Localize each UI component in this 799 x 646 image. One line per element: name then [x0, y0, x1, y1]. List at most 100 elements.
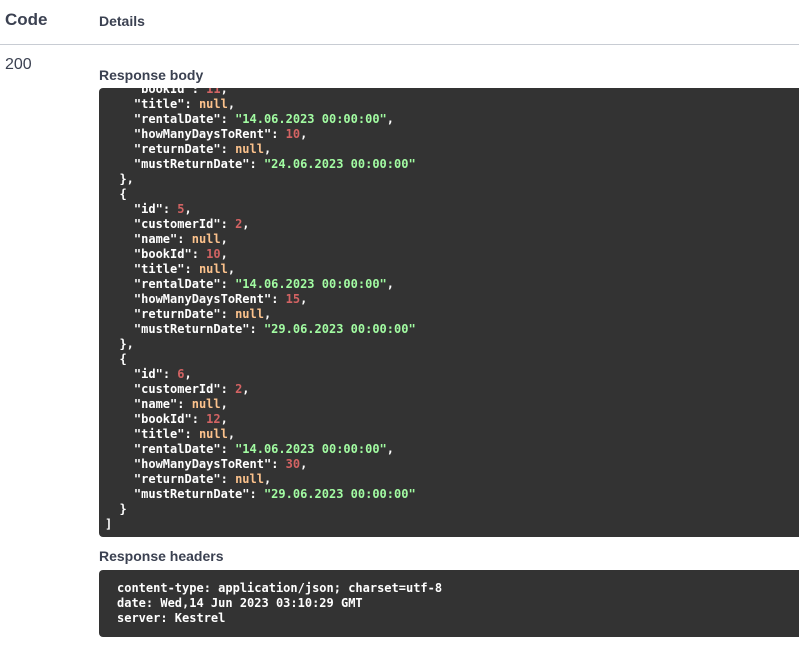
json-token: "howManyDaysToRent" — [133, 127, 272, 141]
json-token: , — [263, 142, 272, 156]
json-token: : — [184, 427, 199, 441]
json-line: "howManyDaysToRent": 30, — [105, 457, 416, 472]
json-line: "title": null, — [105, 427, 416, 442]
response-body-label: Response body — [99, 67, 204, 83]
json-token: : — [220, 217, 236, 231]
json-token: 12 — [206, 412, 221, 426]
json-line: "mustReturnDate": "29.06.2023 00:00:00" — [105, 487, 416, 502]
json-token: , — [227, 427, 236, 441]
json-line: "rentalDate": "14.06.2023 00:00:00", — [105, 112, 416, 127]
json-token: : — [271, 127, 286, 141]
json-line: "mustReturnDate": "29.06.2023 00:00:00" — [105, 322, 416, 337]
response-body-code-block[interactable]: "bookId": 11, "title": null, "rentalDate… — [99, 88, 799, 537]
json-token: 10 — [285, 127, 301, 141]
json-line: }, — [105, 337, 416, 352]
json-token: : — [220, 112, 236, 126]
json-line: "customerId": 2, — [105, 382, 416, 397]
json-token: "name" — [133, 232, 178, 246]
json-token: : — [184, 262, 199, 276]
json-token: , — [300, 457, 308, 471]
json-token: null — [191, 232, 221, 246]
json-token: "mustReturnDate" — [133, 322, 250, 336]
json-token: "returnDate" — [133, 307, 221, 321]
json-token: : — [220, 442, 236, 456]
json-token: : — [271, 292, 286, 306]
json-line: "rentalDate": "14.06.2023 00:00:00", — [105, 277, 416, 292]
json-token: "29.06.2023 00:00:00" — [263, 487, 416, 501]
json-token: null — [198, 262, 228, 276]
json-token: "id" — [133, 202, 163, 216]
json-token: "customerId" — [133, 217, 221, 231]
json-token: { — [105, 352, 127, 366]
json-token: : — [191, 412, 207, 426]
json-line: "title": null, — [105, 97, 416, 112]
json-token: "rentalDate" — [133, 442, 221, 456]
json-token: "24.06.2023 00:00:00" — [263, 157, 416, 171]
json-token: "bookId" — [133, 247, 192, 261]
json-line: "returnDate": null, — [105, 142, 416, 157]
json-line: "name": null, — [105, 232, 416, 247]
json-line: "customerId": 2, — [105, 217, 416, 232]
json-token: }, — [105, 337, 134, 351]
json-token: : — [249, 157, 264, 171]
json-line: }, — [105, 172, 416, 187]
json-token: "mustReturnDate" — [133, 487, 250, 501]
json-line: "id": 6, — [105, 367, 416, 382]
response-headers-label: Response headers — [99, 548, 224, 564]
response-body-json: "bookId": 11, "title": null, "rentalDate… — [105, 88, 416, 532]
json-token: , — [220, 397, 228, 411]
json-token: , — [184, 367, 192, 381]
json-token: , — [184, 202, 192, 216]
details-column-header: Details — [99, 13, 145, 29]
json-token: ] — [105, 517, 113, 531]
json-token: "title" — [133, 262, 185, 276]
json-line: "title": null, — [105, 262, 416, 277]
json-token: "rentalDate" — [133, 277, 221, 291]
json-token: : — [162, 202, 178, 216]
json-token: : — [220, 307, 236, 321]
json-token: : — [271, 457, 286, 471]
json-token: null — [191, 397, 221, 411]
json-token: : — [220, 472, 236, 486]
json-token: "howManyDaysToRent" — [133, 457, 272, 471]
response-panel: Code Details 200 Response body "bookId":… — [0, 0, 799, 646]
response-headers-code-block[interactable]: content-type: application/json; charset=… — [99, 570, 799, 637]
json-token: 6 — [177, 367, 185, 381]
json-line: ] — [105, 517, 416, 532]
json-token: , — [386, 112, 395, 126]
json-token: : — [249, 322, 264, 336]
json-token: : — [220, 382, 236, 396]
json-token: "returnDate" — [133, 472, 221, 486]
json-line: "rentalDate": "14.06.2023 00:00:00", — [105, 442, 416, 457]
json-token: : — [162, 367, 178, 381]
json-token: "bookId" — [133, 88, 192, 96]
json-token: : — [184, 97, 199, 111]
json-line: { — [105, 187, 416, 202]
json-token: 30 — [285, 457, 301, 471]
json-line: "howManyDaysToRent": 15, — [105, 292, 416, 307]
json-line: "returnDate": null, — [105, 307, 416, 322]
json-token: 15 — [285, 292, 301, 306]
json-token: , — [263, 472, 272, 486]
json-line: "bookId": 12, — [105, 412, 416, 427]
json-token: : — [177, 397, 192, 411]
response-status-code: 200 — [5, 56, 32, 73]
json-token: , — [263, 307, 272, 321]
json-token: "title" — [133, 427, 185, 441]
